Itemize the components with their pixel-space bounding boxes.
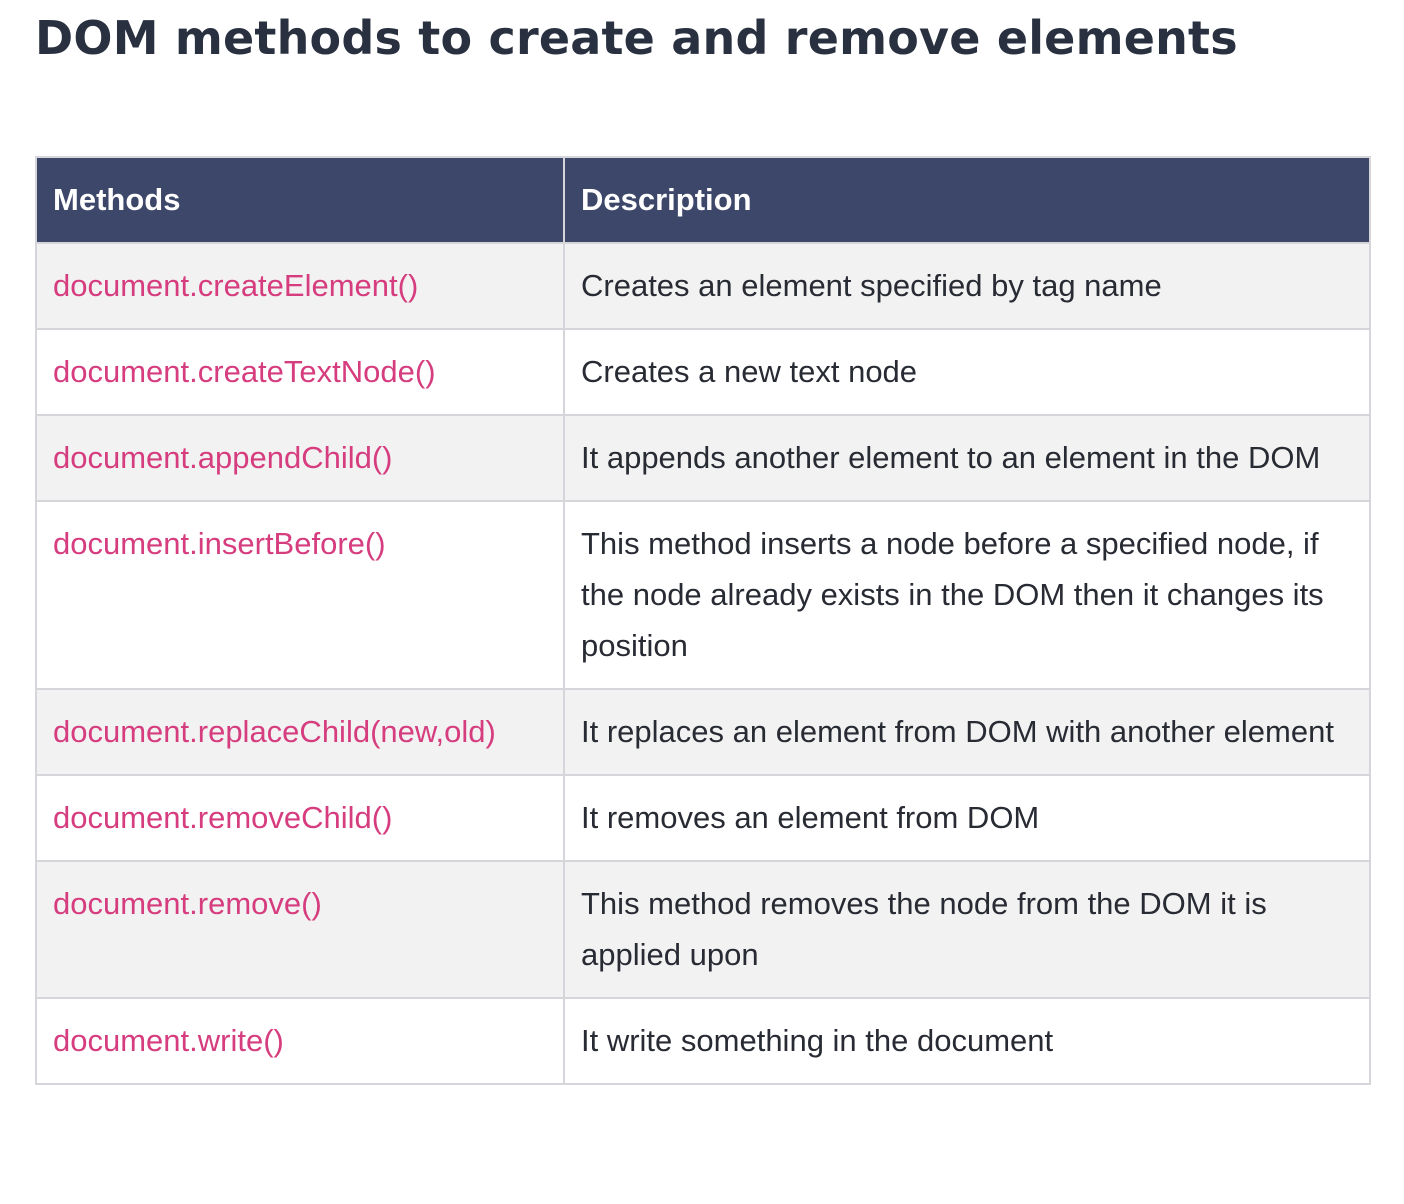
- table-row: document.removeChild() It removes an ele…: [35, 774, 1371, 862]
- method-cell: document.createElement(): [35, 242, 565, 330]
- description-cell: It write something in the document: [563, 997, 1371, 1085]
- description-cell: It appends another element to an element…: [563, 414, 1371, 502]
- table-row: document.replaceChild(new,old) It replac…: [35, 688, 1371, 776]
- page-title: DOM methods to create and remove element…: [35, 11, 1238, 65]
- method-cell: document.replaceChild(new,old): [35, 688, 565, 776]
- table-row: document.remove() This method removes th…: [35, 860, 1371, 999]
- method-cell: document.remove(): [35, 860, 565, 999]
- description-cell: Creates a new text node: [563, 328, 1371, 416]
- description-cell: It replaces an element from DOM with ano…: [563, 688, 1371, 776]
- table-row: document.createTextNode() Creates a new …: [35, 328, 1371, 416]
- method-cell: document.appendChild(): [35, 414, 565, 502]
- table-header: Methods Description: [35, 156, 1371, 244]
- methods-table: Methods Description document.createEleme…: [35, 156, 1371, 1085]
- table-row: document.write() It write something in t…: [35, 997, 1371, 1085]
- table-row: document.insertBefore() This method inse…: [35, 500, 1371, 690]
- table-header-row: Methods Description: [35, 156, 1371, 244]
- table-body: document.createElement() Creates an elem…: [35, 242, 1371, 1085]
- description-cell: This method inserts a node before a spec…: [563, 500, 1371, 690]
- method-cell: document.write(): [35, 997, 565, 1085]
- description-cell: Creates an element specified by tag name: [563, 242, 1371, 330]
- column-header-methods: Methods: [35, 156, 565, 244]
- table-row: document.appendChild() It appends anothe…: [35, 414, 1371, 502]
- table-row: document.createElement() Creates an elem…: [35, 242, 1371, 330]
- method-cell: document.removeChild(): [35, 774, 565, 862]
- method-cell: document.insertBefore(): [35, 500, 565, 690]
- column-header-description: Description: [563, 156, 1371, 244]
- method-cell: document.createTextNode(): [35, 328, 565, 416]
- description-cell: This method removes the node from the DO…: [563, 860, 1371, 999]
- description-cell: It removes an element from DOM: [563, 774, 1371, 862]
